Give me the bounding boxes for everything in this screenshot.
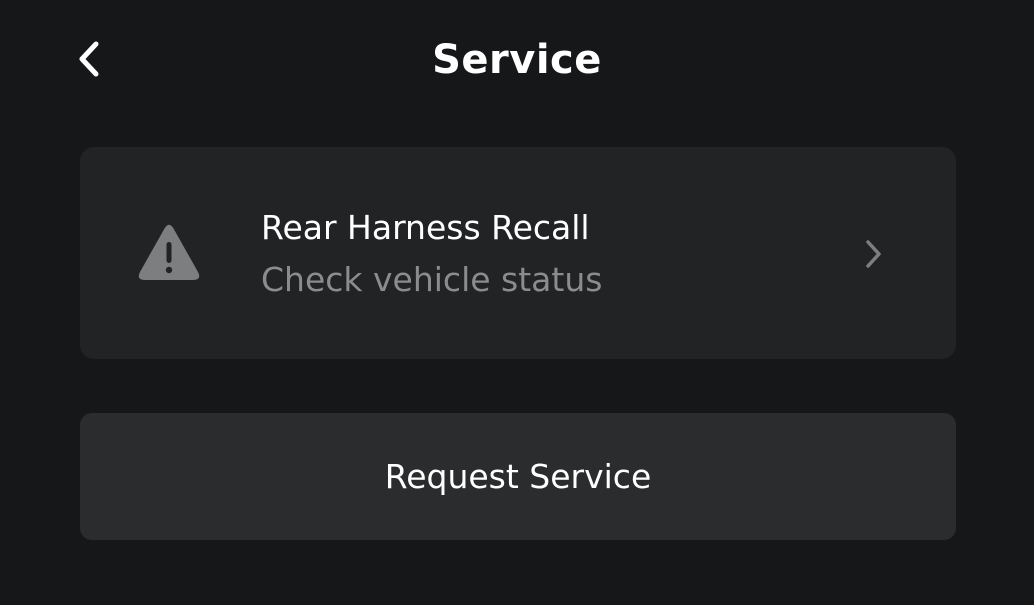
alert-subtitle: Check vehicle status (261, 260, 603, 299)
request-service-label: Request Service (384, 456, 652, 496)
alert-title: Rear Harness Recall (261, 208, 590, 247)
page-title: Service (432, 37, 602, 83)
header: Service (0, 0, 1034, 120)
chevron-right-icon (860, 237, 886, 271)
recall-alert-card[interactable]: Rear Harness Recall Check vehicle status (80, 147, 956, 359)
warning-icon (136, 222, 202, 284)
request-service-button[interactable]: Request Service (80, 413, 956, 540)
